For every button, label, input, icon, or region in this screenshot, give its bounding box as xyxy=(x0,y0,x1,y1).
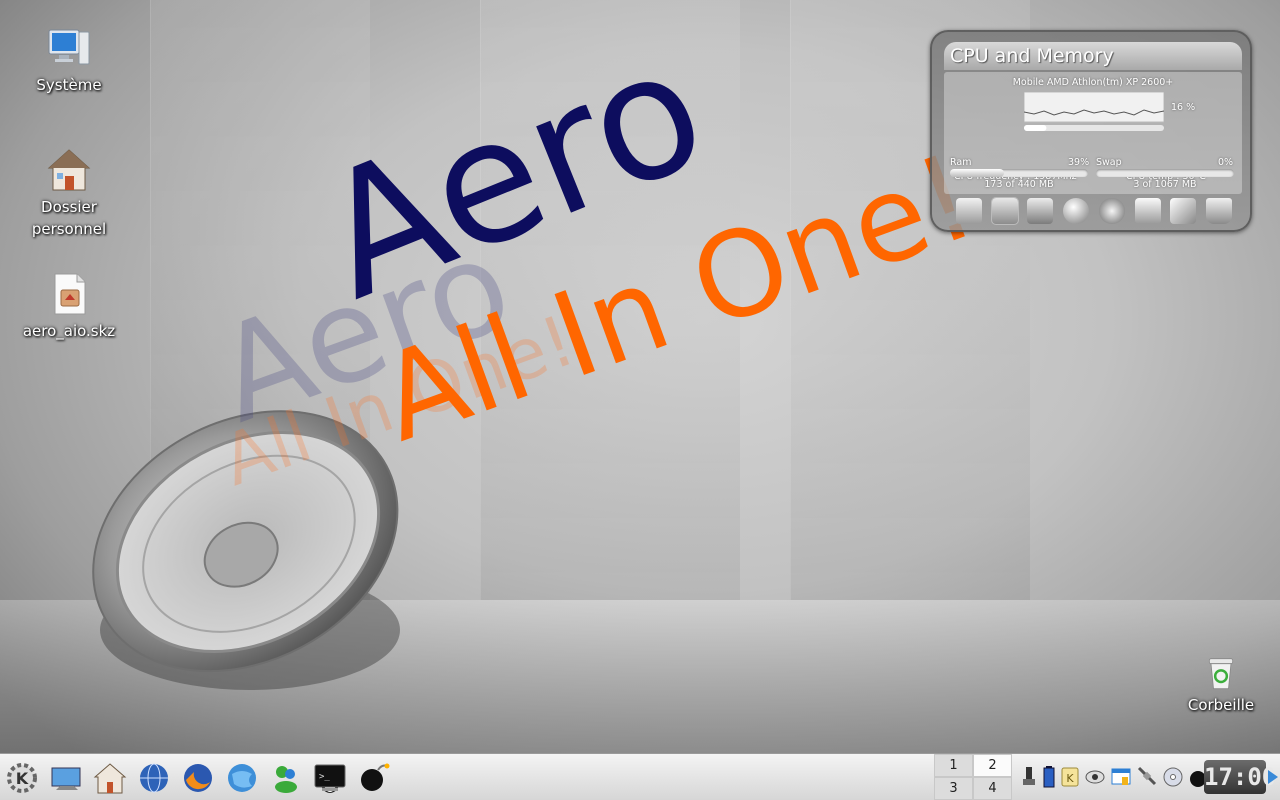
terminal-icon[interactable]: >_ xyxy=(312,759,348,795)
svg-text:>_: >_ xyxy=(319,772,330,782)
pager-desktop-4[interactable]: 4 xyxy=(973,777,1012,800)
battery-icon[interactable] xyxy=(1042,765,1056,789)
home-folder-icon xyxy=(47,149,91,191)
desktop-pager: 1 2 3 4 xyxy=(934,754,1012,800)
devices-icon[interactable] xyxy=(1170,198,1197,224)
svg-text:K: K xyxy=(1066,772,1074,785)
eye-icon[interactable] xyxy=(1084,765,1106,789)
trash-icon[interactable] xyxy=(1205,198,1232,224)
ram-bar-fill xyxy=(950,169,1004,177)
firefox-icon[interactable] xyxy=(180,760,216,796)
cpu-load-fill xyxy=(1024,125,1047,131)
power-icon[interactable] xyxy=(1020,765,1038,789)
cpu-load-graph xyxy=(1024,92,1164,131)
desktop-icon-label: Dossier personnel xyxy=(31,198,107,238)
satellite-icon[interactable] xyxy=(1136,765,1158,789)
package-file-icon xyxy=(54,273,86,315)
widget-tab-bar xyxy=(956,197,1232,228)
cpu-memory-widget[interactable]: CPU and Memory Mobile AMD Athlon(tm) XP … xyxy=(930,30,1252,232)
browser-globe-icon[interactable] xyxy=(136,760,172,796)
desktop-icon-corbeille[interactable]: Corbeille xyxy=(1166,652,1276,716)
home-icon[interactable] xyxy=(92,760,128,796)
desktop-icon-aero-aio-skz[interactable]: aero_aio.skz xyxy=(14,270,124,342)
ram-label: Ram xyxy=(950,157,972,168)
pager-desktop-3[interactable]: 3 xyxy=(934,777,973,800)
trash-icon xyxy=(1208,658,1234,690)
desktop-icon-dossier-personnel[interactable]: Dossier personnel xyxy=(14,146,124,240)
swap-detail: 3 of 1067 MB xyxy=(1133,179,1197,190)
panel-hide-arrow-icon[interactable] xyxy=(1268,770,1278,784)
clock-icon[interactable] xyxy=(1098,198,1125,224)
widget-title: CPU and Memory xyxy=(944,42,1242,70)
memory-icon[interactable] xyxy=(990,197,1019,225)
network-globe-icon[interactable] xyxy=(224,760,260,796)
cd-icon[interactable] xyxy=(1162,765,1184,789)
calendar-icon[interactable] xyxy=(1134,198,1161,224)
desktop-icon-label: Corbeille xyxy=(1187,696,1255,714)
computer-icon xyxy=(48,29,90,65)
desktop-icon-label: Système xyxy=(36,76,102,94)
system-tray: K xyxy=(1020,762,1210,792)
ram-detail: 173 of 440 MB xyxy=(984,179,1054,190)
bomb-icon[interactable] xyxy=(356,759,392,795)
ram-percent: 39% xyxy=(1068,157,1090,168)
window-icon[interactable] xyxy=(1110,765,1132,789)
taskbar-clock[interactable]: 17:00 xyxy=(1204,760,1276,794)
kde-menu-icon[interactable]: K xyxy=(4,760,40,796)
monitor-icon[interactable] xyxy=(956,198,982,224)
ram-bar xyxy=(950,169,1088,177)
swap-bar xyxy=(1096,169,1234,177)
swap-percent: 0% xyxy=(1218,157,1234,168)
cpu-model: Mobile AMD Athlon(tm) XP 2600+ xyxy=(1012,77,1174,88)
desktop-icon[interactable] xyxy=(48,760,84,796)
svg-text:K: K xyxy=(16,769,29,788)
swap-label: Swap xyxy=(1096,157,1122,168)
network-icon[interactable] xyxy=(1063,198,1090,224)
desktop-icon-label: aero_aio.skz xyxy=(22,322,116,340)
pager-desktop-1[interactable]: 1 xyxy=(934,754,973,777)
cpu-load-percent: 16 % xyxy=(1171,102,1196,113)
pager-desktop-2[interactable]: 2 xyxy=(973,754,1012,777)
disk-icon[interactable] xyxy=(1027,198,1054,224)
desktop-icon-systeme[interactable]: Système xyxy=(14,24,124,96)
kde-wallet-icon[interactable]: K xyxy=(1060,765,1080,789)
